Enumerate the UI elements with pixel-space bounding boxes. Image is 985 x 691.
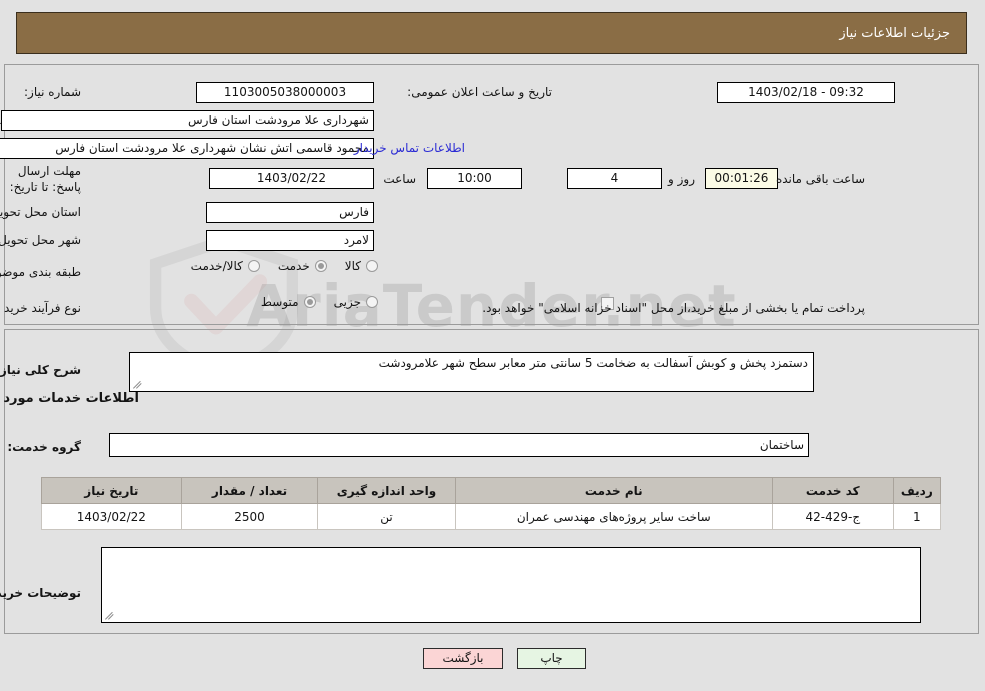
radio-indicator-icon[interactable]: [248, 260, 261, 272]
table-cell: ساخت سایر پروژه‌های مهندسی عمران: [455, 503, 774, 530]
announce-value[interactable]: 1403/02/18 - 09:32: [718, 82, 896, 103]
category-option-0[interactable]: کالا: [346, 259, 379, 273]
general-need-label: شرح کلی نیاز:: [0, 363, 82, 377]
days-remaining-value[interactable]: 4: [568, 168, 663, 189]
category-label: طبقه بندی موضوعی:: [0, 265, 82, 279]
deadline-hour-value[interactable]: 10:00: [428, 168, 523, 189]
page-header: جزئیات اطلاعات نیاز: [17, 12, 968, 54]
need-number-label: شماره نیاز:: [25, 85, 82, 99]
table-cell: ج-429-42: [772, 503, 895, 530]
process-option-1[interactable]: متوسط: [262, 295, 317, 309]
general-need-value: دستمزد پخش و کوبش آسفالت به ضخامت 5 سانت…: [379, 356, 809, 370]
radio-indicator-icon[interactable]: [367, 260, 379, 272]
need-info-panel: [5, 64, 980, 325]
deadline-date-value[interactable]: 1403/02/22: [210, 168, 375, 189]
table-cell: 1403/02/22: [42, 503, 183, 530]
category-option-label: خدمت: [278, 259, 311, 273]
deadline-label: مهلت ارسال پاسخ: تا تاریخ:: [10, 164, 82, 194]
radio-indicator-icon[interactable]: [315, 260, 328, 272]
table-header-cell: تاریخ نیاز: [42, 477, 183, 504]
city-label: شهر محل تحویل:: [0, 233, 82, 247]
table-header-cell: واحد اندازه گیری: [318, 477, 457, 504]
resize-grip-icon: [105, 609, 117, 621]
deadline-hour-label: ساعت: [384, 172, 417, 186]
creator-value[interactable]: محمود قاسمی اتش نشان شهرداری علا مرودشت …: [0, 138, 375, 159]
days-label: روز و: [669, 172, 696, 186]
province-label: استان محل تحویل:: [0, 205, 82, 219]
table-header-cell: کد خدمت: [772, 477, 895, 504]
process-option-label: جزیی: [334, 295, 362, 309]
table-header-row: ردیف کد خدمت نام خدمت واحد اندازه گیری تعداد…: [42, 477, 943, 504]
table-row: 1 ج-429-42 ساخت سایر پروژه‌های مهندسی عمرا…: [42, 503, 943, 530]
announce-label: تاریخ و ساعت اعلان عمومی:: [408, 85, 553, 99]
category-option-label: کالا/خدمت: [191, 259, 244, 273]
table-header-cell: ردیف: [893, 477, 943, 504]
print-button[interactable]: چاپ: [518, 648, 587, 669]
services-heading: اطلاعات خدمات مورد نیاز: [0, 391, 140, 406]
countdown-timer: 00:01:26: [706, 168, 779, 189]
services-table: ردیف کد خدمت نام خدمت واحد اندازه گیری تعداد…: [42, 477, 943, 530]
service-group-label: گروه خدمت:: [8, 440, 82, 454]
treasury-note-label: پرداخت تمام یا بخشی از مبلغ خرید،از محل …: [483, 301, 866, 315]
general-need-textarea[interactable]: دستمزد پخش و کوبش آسفالت به ضخامت 5 سانت…: [130, 352, 815, 392]
process-radio-group[interactable]: جزیی متوسط: [244, 295, 379, 309]
radio-indicator-icon[interactable]: [304, 296, 317, 308]
service-group-value[interactable]: ساختمان: [110, 433, 810, 457]
process-option-0[interactable]: جزیی: [335, 295, 379, 309]
category-option-2[interactable]: کالا/خدمت: [192, 259, 261, 273]
buyer-notes-label: توضیحات خریدار:: [0, 586, 82, 600]
back-button[interactable]: بازگشت: [424, 648, 504, 669]
category-option-1[interactable]: خدمت: [279, 259, 328, 273]
buyer-org-value[interactable]: شهرداری علا مرودشت استان فارس: [2, 110, 375, 131]
category-option-label: کالا: [345, 259, 362, 273]
category-radio-group[interactable]: کالا خدمت کالا/خدمت: [174, 259, 379, 273]
table-cell: 1: [893, 503, 943, 530]
timer-suffix-label: ساعت باقی مانده: [776, 172, 866, 186]
table-cell: 2500: [181, 503, 320, 530]
table-header-cell: نام خدمت: [455, 477, 774, 504]
table-cell: تن: [318, 503, 457, 530]
process-label: نوع فرآیند خرید :: [0, 301, 82, 315]
table-header-cell: تعداد / مقدار: [181, 477, 320, 504]
page-title: جزئیات اطلاعات نیاز: [840, 25, 951, 41]
process-option-label: متوسط: [261, 295, 300, 309]
province-value[interactable]: فارس: [207, 202, 375, 223]
need-number-value[interactable]: 1103005038000003: [197, 82, 375, 103]
buyer-contact-link[interactable]: اطلاعات تماس خریدار: [355, 141, 466, 155]
radio-indicator-icon[interactable]: [367, 296, 379, 308]
resize-grip-icon: [133, 378, 145, 390]
buyer-notes-textarea[interactable]: [102, 547, 922, 623]
city-value[interactable]: لامرد: [207, 230, 375, 251]
